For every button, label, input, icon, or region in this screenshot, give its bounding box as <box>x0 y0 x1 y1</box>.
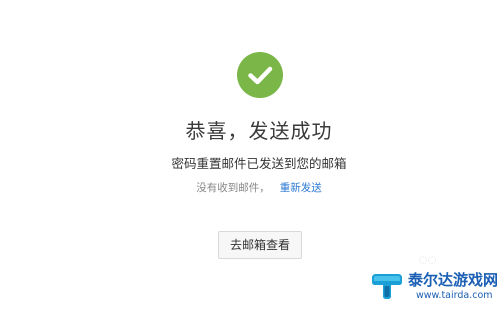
watermark-logo-icon <box>370 272 404 300</box>
success-check-icon <box>237 52 283 98</box>
goto-mailbox-button[interactable]: 去邮箱查看 <box>218 231 302 259</box>
success-title: 恭喜，发送成功 <box>185 119 333 143</box>
resend-hint-row: 没有收到邮件， 重新发送 <box>0 180 500 196</box>
watermark-url: www.tairda.com <box>416 290 493 301</box>
watermark-brand: 泰尔达游戏网 <box>408 271 499 289</box>
faint-mark: ◌◌ <box>419 255 437 266</box>
success-message: 密码重置邮件已发送到您的邮箱 <box>171 156 347 171</box>
resend-hint-text: 没有收到邮件， <box>196 182 270 194</box>
site-watermark: 泰尔达游戏网 www.tairda.com <box>370 268 498 306</box>
resend-link[interactable]: 重新发送 <box>280 182 322 194</box>
checkmark-icon <box>248 66 273 85</box>
